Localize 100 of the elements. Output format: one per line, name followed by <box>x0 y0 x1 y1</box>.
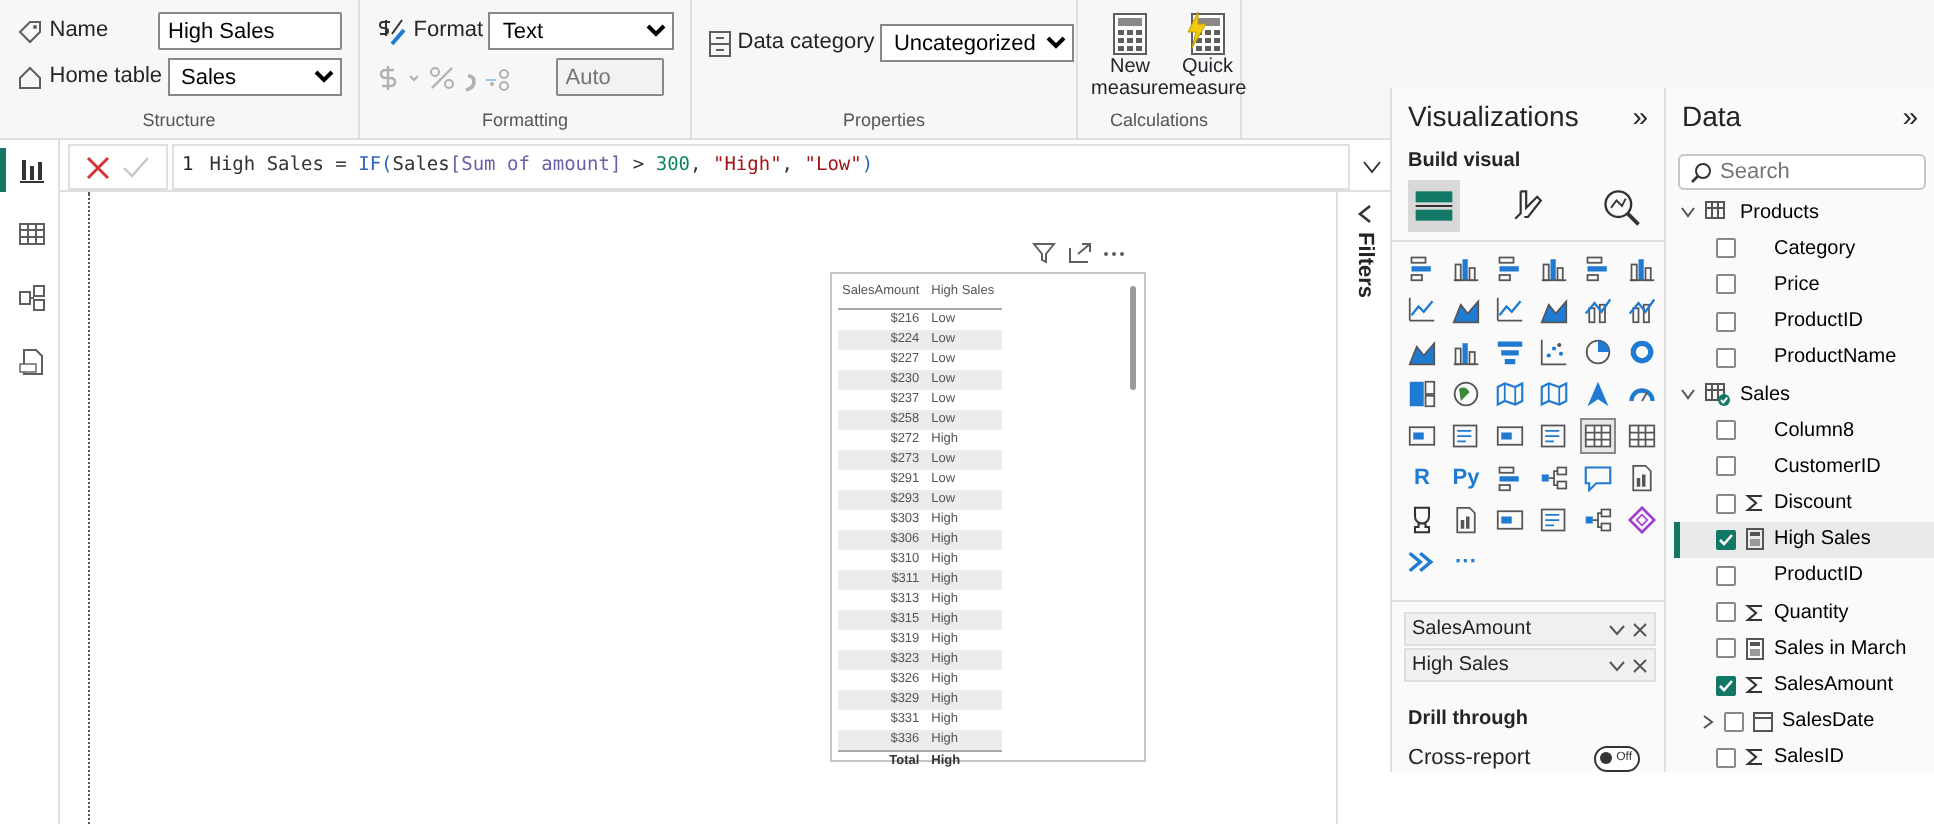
speech-bubble-icon[interactable] <box>1580 460 1616 496</box>
checkbox[interactable] <box>1716 602 1736 623</box>
field-item[interactable]: High Sales <box>1674 521 1934 558</box>
filter-icon[interactable] <box>1032 242 1056 264</box>
data-category-dropdown[interactable]: Uncategorized <box>879 24 1074 62</box>
field-item[interactable]: Column8 <box>1674 412 1934 449</box>
field-item[interactable]: ProductID <box>1674 557 1934 595</box>
calculator-icon <box>1108 12 1152 56</box>
home-table-label: Home table <box>49 62 162 93</box>
tag-icon <box>16 17 44 45</box>
pie-chart-icon[interactable] <box>1580 334 1616 370</box>
collapse-button[interactable]: » <box>1902 96 1918 138</box>
trophy-icon <box>1408 506 1436 534</box>
focus-mode-icon[interactable] <box>1067 242 1091 264</box>
field-well[interactable]: High Sales <box>1404 648 1656 682</box>
field-item[interactable]: Category <box>1674 230 1934 267</box>
checkbox[interactable] <box>1716 747 1736 768</box>
decomposition-tree-icon <box>1584 506 1612 534</box>
field-item[interactable]: Quantity <box>1674 594 1934 631</box>
section-label: Build visual <box>1406 148 1523 176</box>
field-item[interactable]: ProductName <box>1674 339 1934 376</box>
checkbox[interactable] <box>1716 638 1736 659</box>
filters-tab[interactable]: Filters <box>1347 232 1381 299</box>
name-field[interactable]: High Sales <box>158 12 342 50</box>
slicer-icon <box>1540 506 1568 534</box>
checkbox[interactable] <box>1724 711 1744 732</box>
card-icon <box>1496 422 1524 450</box>
scrollbar[interactable] <box>1130 286 1136 390</box>
checkbox[interactable] <box>1716 420 1736 441</box>
combo-chart-icon <box>1628 296 1656 324</box>
visual-type-button[interactable]: R <box>1404 460 1440 496</box>
checkbox[interactable] <box>1716 456 1736 477</box>
formula-editor[interactable]: 1 High Sales = IF(Sales[Sum of amount] > 300, "High", "Low") <box>172 144 1350 190</box>
checkbox[interactable] <box>1716 675 1736 696</box>
field-item[interactable]: SalesID <box>1674 739 1934 772</box>
visual-type-button[interactable]: Py <box>1448 460 1484 496</box>
visual-type-button[interactable]: ··· <box>1448 544 1484 580</box>
bar-chart-icon <box>1584 254 1612 282</box>
close-icon[interactable] <box>1632 657 1648 673</box>
chevron-icon <box>1680 386 1696 403</box>
field-item[interactable]: Price <box>1674 266 1934 304</box>
column-chart-icon <box>1452 254 1480 282</box>
treemap-icon[interactable] <box>1404 376 1440 412</box>
checkbox[interactable] <box>1716 311 1736 332</box>
globe-icon[interactable] <box>1448 376 1484 412</box>
home-icon <box>16 63 44 91</box>
quick-measure-button[interactable]: Quick measure <box>1171 12 1244 100</box>
bar-chart-icon <box>1408 254 1436 282</box>
field-item[interactable]: SalesDate <box>1674 703 1934 740</box>
slicer-icon <box>1540 422 1568 450</box>
chevron-icon[interactable] <box>1608 657 1627 673</box>
close-icon[interactable] <box>86 155 110 179</box>
magnifier-icon <box>1600 184 1644 228</box>
table-icon <box>1584 422 1612 450</box>
group-caption: Formatting <box>479 107 570 134</box>
search-field[interactable]: Search <box>1678 154 1926 190</box>
diamond-icon[interactable] <box>1624 502 1660 538</box>
group-caption: Calculations <box>1107 107 1211 133</box>
field-item[interactable]: Sales in March <box>1674 630 1934 667</box>
chevron-icon[interactable] <box>1608 621 1627 637</box>
checkbox[interactable] <box>1716 274 1736 295</box>
field-item[interactable]: CustomerID <box>1674 448 1934 485</box>
map-icon[interactable] <box>1492 376 1528 412</box>
document-icon <box>1452 506 1480 534</box>
new-measure-button[interactable]: New measure <box>1094 12 1166 100</box>
map-icon <box>1496 380 1524 408</box>
group-caption: Properties <box>840 107 928 134</box>
globe-icon <box>1452 380 1480 408</box>
checkbox[interactable] <box>1716 238 1736 259</box>
group-caption: Structure <box>140 107 218 133</box>
field-item[interactable]: Discount <box>1674 485 1934 522</box>
map-icon[interactable] <box>1536 376 1572 412</box>
dax-query-icon <box>18 348 46 376</box>
line-number: 1 <box>182 152 194 181</box>
fields-tab[interactable] <box>1408 180 1460 232</box>
area-chart-icon <box>1452 296 1480 324</box>
collapse-button[interactable]: » <box>1632 96 1648 138</box>
column-chart-icon <box>1540 254 1568 282</box>
table-icon[interactable] <box>1580 418 1616 454</box>
check-icon[interactable] <box>122 155 150 179</box>
checkbox[interactable] <box>1716 493 1736 514</box>
table-icon <box>18 220 46 248</box>
field-well[interactable]: SalesAmount <box>1404 612 1656 646</box>
field-item[interactable]: SalesAmount <box>1674 666 1934 704</box>
field-item[interactable]: ProductID <box>1674 303 1934 340</box>
scatter-chart-icon[interactable] <box>1536 334 1572 370</box>
calendar-icon <box>1752 710 1774 733</box>
checkbox[interactable] <box>1716 529 1736 550</box>
column-chart-icon <box>1452 338 1480 366</box>
checkbox[interactable] <box>1716 565 1736 586</box>
table-node[interactable]: Sales <box>1674 375 1934 413</box>
close-icon[interactable] <box>1632 621 1648 637</box>
chevron-icon[interactable] <box>1356 204 1372 224</box>
sigma-icon <box>1744 746 1766 769</box>
card-icon <box>1496 506 1524 534</box>
home-table-dropdown[interactable]: Sales <box>167 58 342 96</box>
checkbox[interactable] <box>1716 347 1736 368</box>
table-icon <box>1704 382 1732 407</box>
name-label: Name <box>49 16 111 47</box>
table-node[interactable]: Products <box>1674 194 1934 231</box>
